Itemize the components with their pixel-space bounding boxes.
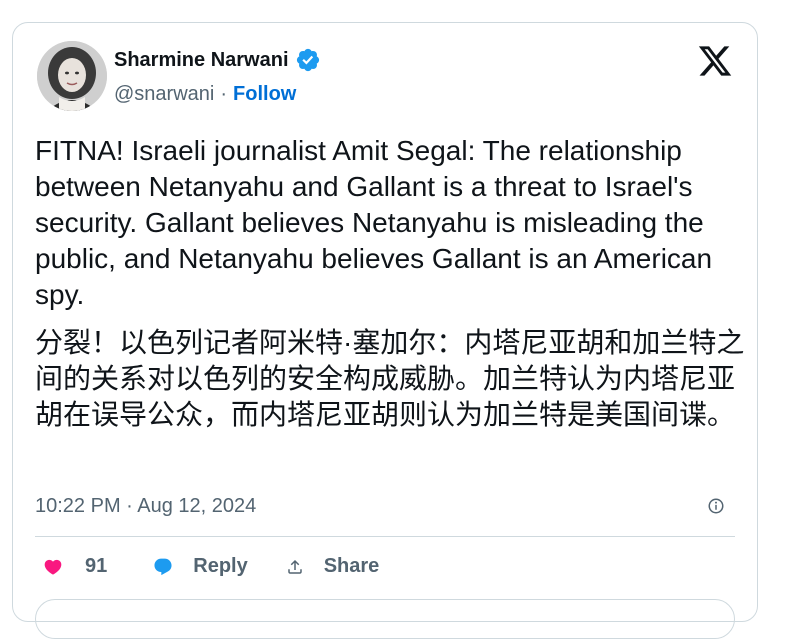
author-name-row: Sharmine Narwani [114, 47, 321, 73]
info-icon[interactable] [707, 497, 725, 515]
share-label: Share [323, 555, 380, 577]
avatar-photo [37, 41, 107, 111]
like-count: 91 [85, 555, 108, 577]
tweet-timestamp[interactable]: 10:22 PM · Aug 12, 2024 [35, 495, 256, 518]
x-logo-icon[interactable] [697, 43, 733, 79]
read-replies-button[interactable] [35, 599, 735, 639]
handle-separator: · [220, 83, 228, 105]
verified-badge-icon [296, 48, 319, 72]
share-upload-icon [287, 559, 302, 574]
tweet-card: Sharmine Narwani @snarwani · Follow FITN… [12, 22, 758, 639]
tweet-text-english: FITNA! Israeli journalist Amit Segal: Th… [35, 135, 713, 310]
tweet-body: FITNA! Israeli journalist Amit Segal: Th… [35, 133, 745, 445]
heart-icon [44, 559, 62, 575]
reply-label: Reply [193, 555, 248, 577]
divider [35, 536, 735, 537]
author-handle[interactable]: @snarwani [114, 83, 214, 106]
tweet-actions: 91 Reply Share [43, 555, 379, 578]
like-button[interactable]: 91 [43, 555, 107, 578]
avatar[interactable] [37, 41, 107, 111]
tweet-text-chinese: 分裂！以色列记者阿米特·塞加尔：内塔尼亚胡和加兰特之间的关系对以色列的安全构成威… [35, 327, 745, 430]
speech-bubble-icon [154, 558, 172, 575]
share-button[interactable]: Share [286, 555, 380, 578]
author-handle-row: @snarwani · Follow [114, 83, 296, 106]
author-name[interactable]: Sharmine Narwani [114, 49, 289, 72]
reply-button[interactable]: Reply [153, 555, 248, 578]
follow-button[interactable]: Follow [233, 83, 296, 106]
